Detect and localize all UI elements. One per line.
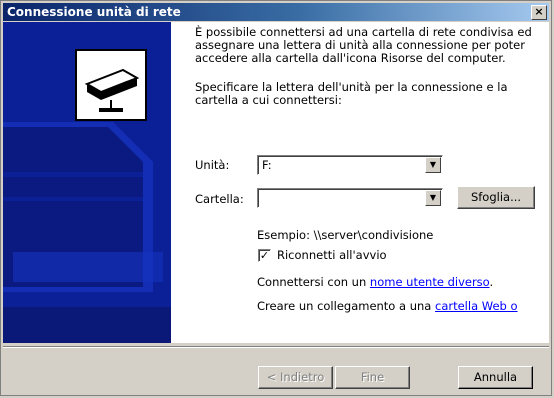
chevron-down-icon[interactable]: ▼ <box>425 157 441 173</box>
map-network-drive-dialog: Connessione unità di rete × È possibile … <box>0 0 552 396</box>
reconnect-checkbox[interactable]: ✓ <box>258 249 271 262</box>
web-folder-prefix: Creare un collegamento a una <box>257 299 435 313</box>
reconnect-label[interactable]: Riconnetti all'avvio <box>277 249 387 262</box>
button-bar: < Indietro Fine Annulla <box>3 348 549 395</box>
alt-user-suffix: . <box>489 275 494 289</box>
window-title: Connessione unità di rete <box>7 5 181 19</box>
dialog-content: È possibile connettersi ad una cartella … <box>3 22 549 343</box>
instruction-line-2: cartella a cui connettersi: <box>195 93 342 107</box>
browse-button[interactable]: Sfoglia... <box>457 186 535 209</box>
folder-combo[interactable]: ▼ <box>257 188 443 208</box>
drive-value: F: <box>262 158 272 172</box>
drive-label: Unità: <box>195 158 230 172</box>
folder-label: Cartella: <box>195 192 244 206</box>
alt-user-link[interactable]: nome utente diverso <box>370 275 490 289</box>
chevron-down-icon[interactable]: ▼ <box>425 190 441 206</box>
finish-button[interactable]: Fine <box>335 366 410 389</box>
web-folder-link[interactable]: cartella Web o <box>435 299 518 313</box>
alt-user-prefix: Connettersi con un <box>257 275 370 289</box>
network-drive-illustration <box>3 22 171 343</box>
alt-user-text: Connettersi con un nome utente diverso. <box>257 276 493 289</box>
back-button[interactable]: < Indietro <box>258 366 333 389</box>
example-text: Esempio: \\server\condivisione <box>257 228 434 242</box>
close-button[interactable]: × <box>531 5 547 20</box>
intro-line-3: accedere alla cartella dall'icona Risors… <box>195 51 506 65</box>
web-folder-text: Creare un collegamento a una cartella We… <box>257 300 518 313</box>
cancel-button[interactable]: Annulla <box>458 366 533 389</box>
side-panel-graphic <box>3 22 171 343</box>
title-bar[interactable]: Connessione unità di rete × <box>3 3 549 21</box>
network-drive-icon <box>75 49 147 121</box>
drive-select[interactable]: F: ▼ <box>257 155 443 175</box>
